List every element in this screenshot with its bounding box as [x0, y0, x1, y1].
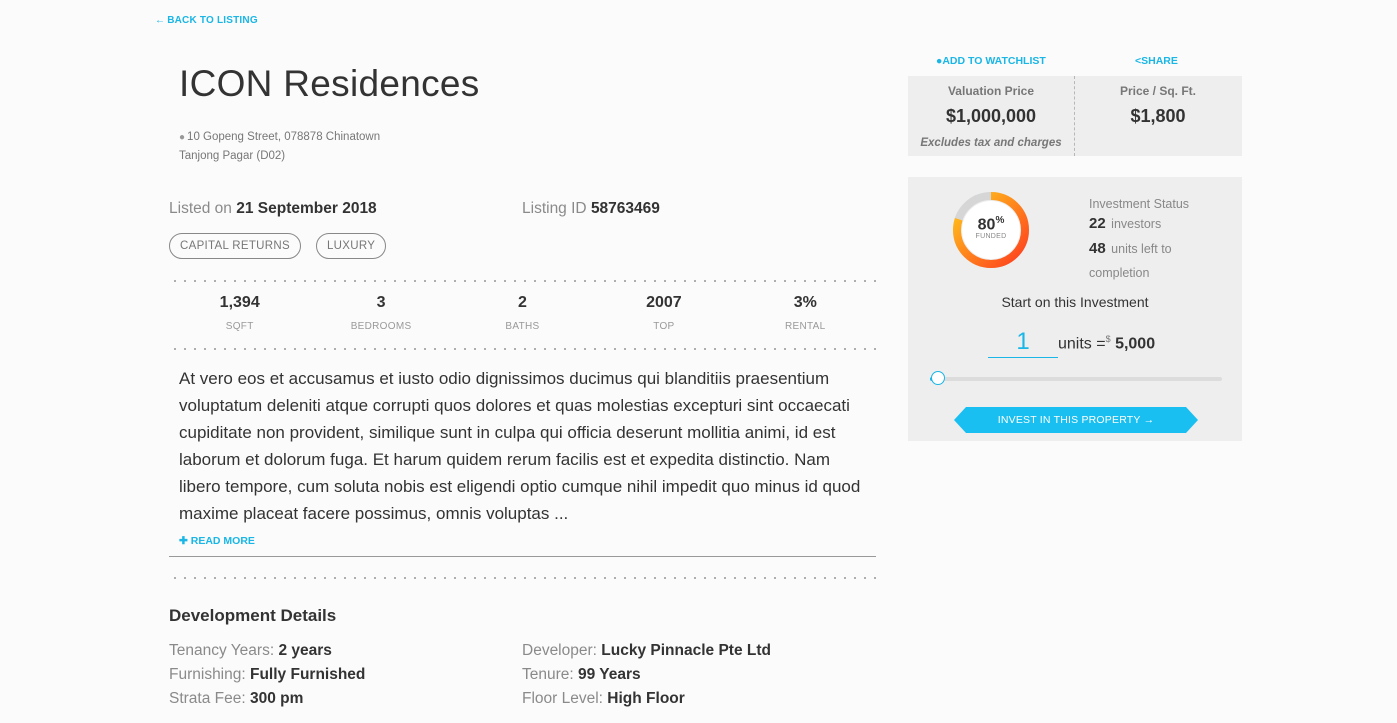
units-input[interactable] — [988, 327, 1058, 358]
valuation-price-label: Valuation Price — [947, 84, 1035, 98]
dotted-divider — [169, 280, 876, 282]
detail-label: Developer: — [522, 642, 597, 659]
investment-amount: 5,000 — [1115, 335, 1156, 353]
detail-value: 300 pm — [250, 690, 304, 707]
detail-value: Lucky Pinnacle Pte Ltd — [601, 642, 771, 659]
percent-symbol: % — [995, 215, 1005, 226]
units-total: units =$ 5,000 — [1058, 334, 1155, 353]
tag-luxury[interactable]: LUXURY — [315, 233, 387, 259]
read-more-label: READ MORE — [190, 535, 255, 547]
valuation-price: Valuation Price $1,000,000 Excludes tax … — [908, 84, 1074, 149]
stat-label: SQFT — [225, 321, 254, 332]
map-pin-icon: ● — [179, 132, 186, 143]
price-per-sqft-value: $1,800 — [1130, 106, 1186, 126]
investors-label: investors — [1111, 217, 1162, 231]
watchlist-label: ADD TO WATCHLIST — [942, 55, 1046, 67]
dotted-divider — [169, 348, 876, 350]
tag-list: CAPITAL RETURNS LUXURY — [169, 233, 387, 259]
investment-status: Investment Status 22 investors 48 units … — [1089, 197, 1189, 286]
detail-developer: Developer: Lucky Pinnacle Pte Ltd — [522, 639, 771, 663]
back-to-listing-label: BACK TO LISTING — [167, 15, 258, 26]
units-left-row: 48 units left to — [1089, 237, 1189, 262]
detail-tenure: Tenure: 99 Years — [522, 663, 771, 687]
arrow-right-icon: → — [1143, 414, 1155, 426]
listing-id-value: 58763469 — [590, 200, 660, 217]
units-left-count: 48 — [1089, 239, 1106, 257]
detail-strata-fee: Strata Fee: 300 pm — [169, 687, 365, 711]
stat-label: TOP — [653, 321, 675, 332]
detail-tenancy-years: Tenancy Years: 2 years — [169, 639, 365, 663]
stat-value: 3 — [376, 294, 386, 311]
add-to-watchlist-button[interactable]: ●ADD TO WATCHLIST — [936, 55, 1046, 67]
stat-label: BATHS — [505, 321, 540, 332]
read-more-link[interactable]: ✚ READ MORE — [179, 535, 255, 547]
dotted-divider — [169, 577, 876, 579]
description-divider — [169, 556, 876, 557]
development-details-right: Developer: Lucky Pinnacle Pte Ltd Tenure… — [522, 639, 771, 711]
valuation-price-value: $1,000,000 — [945, 106, 1037, 126]
funded-label: FUNDED — [975, 233, 1007, 241]
stat-value: 2 — [518, 294, 527, 311]
investment-panel: 80% FUNDED Investment Status 22 investor… — [908, 177, 1242, 441]
property-description: At vero eos et accusamus et iusto odio d… — [179, 369, 861, 523]
stat-label: RENTAL — [785, 321, 826, 332]
property-title: ICON Residences — [179, 63, 480, 104]
arrow-left-icon: ← — [155, 15, 166, 26]
investors-count: 22 — [1089, 215, 1106, 232]
development-details-left: Tenancy Years: 2 years Furnishing: Fully… — [169, 639, 365, 711]
stat-label: BEDROOMS — [350, 321, 412, 332]
price-panel: Valuation Price $1,000,000 Excludes tax … — [908, 76, 1242, 156]
stat-sqft: 1,394 SQFT — [169, 288, 310, 332]
listing-id: Listing ID 58763469 — [522, 200, 660, 218]
detail-furnishing: Furnishing: Fully Furnished — [169, 663, 365, 687]
detail-value: 2 years — [278, 642, 332, 659]
stat-value: 3% — [793, 294, 817, 311]
stat-baths: 2 BATHS — [452, 288, 593, 332]
price-per-sqft-label: Price / Sq. Ft. — [1119, 84, 1197, 98]
stat-value: 1,394 — [219, 294, 260, 311]
listing-id-label: Listing ID — [522, 200, 587, 217]
detail-value: High Floor — [607, 690, 685, 707]
detail-value: Fully Furnished — [250, 666, 366, 683]
investment-status-label: Investment Status — [1089, 197, 1190, 211]
stat-top: 2007 TOP — [593, 288, 734, 332]
investors-count-row: 22 investors — [1089, 212, 1189, 237]
funded-percentage: 80% FUNDED — [952, 191, 1030, 269]
stat-bedrooms: 3 BEDROOMS — [310, 288, 451, 332]
listed-on-label: Listed on — [169, 200, 232, 217]
development-details-title: Development Details — [169, 606, 337, 625]
detail-label: Tenure: — [522, 666, 574, 683]
units-slider-handle[interactable] — [930, 371, 945, 385]
property-address: ● 10 Gopeng Street, 078878 Chinatown Tanj… — [179, 128, 380, 165]
invest-button[interactable]: INVEST IN THIS PROPERTY → — [954, 407, 1198, 433]
property-stats: 1,394 SQFT 3 BEDROOMS 2 BATHS 2007 TOP 3… — [169, 288, 876, 332]
stat-rental: 3% RENTAL — [735, 288, 876, 332]
units-left-label: units left to — [1111, 241, 1172, 256]
detail-label: Furnishing: — [169, 666, 246, 683]
address-line-1: 10 Gopeng Street, 078878 Chinatown — [187, 131, 381, 143]
plus-icon: ✚ — [179, 535, 188, 547]
currency-symbol: $ — [1105, 334, 1111, 344]
detail-label: Strata Fee: — [169, 690, 246, 707]
start-investment-label: Start on this Investment — [1001, 294, 1149, 310]
detail-label: Floor Level: — [522, 690, 603, 707]
address-line-2: Tanjong Pagar (D02) — [179, 150, 286, 162]
share-button[interactable]: <SHARE — [1135, 55, 1178, 67]
listed-on-date: 21 September 2018 — [236, 200, 377, 217]
back-to-listing-link[interactable]: ← BACK TO LISTING — [155, 15, 258, 26]
invest-button-label: INVEST IN THIS PROPERTY — [997, 414, 1141, 426]
share-label: SHARE — [1141, 55, 1178, 67]
detail-label: Tenancy Years: — [169, 642, 275, 659]
funded-percent-value: 80 — [977, 216, 996, 234]
stat-value: 2007 — [646, 294, 682, 311]
price-per-sqft: Price / Sq. Ft. $1,800 — [1075, 84, 1241, 127]
tag-capital-returns[interactable]: CAPITAL RETURNS — [169, 233, 301, 259]
units-slider-track[interactable] — [930, 377, 1222, 381]
detail-floor-level: Floor Level: High Floor — [522, 687, 771, 711]
detail-value: 99 Years — [578, 666, 641, 683]
units-label: units = — [1058, 335, 1106, 353]
listed-on: Listed on 21 September 2018 — [169, 200, 377, 218]
completion-label: completion — [1089, 266, 1150, 280]
valuation-note: Excludes tax and charges — [920, 137, 1062, 149]
